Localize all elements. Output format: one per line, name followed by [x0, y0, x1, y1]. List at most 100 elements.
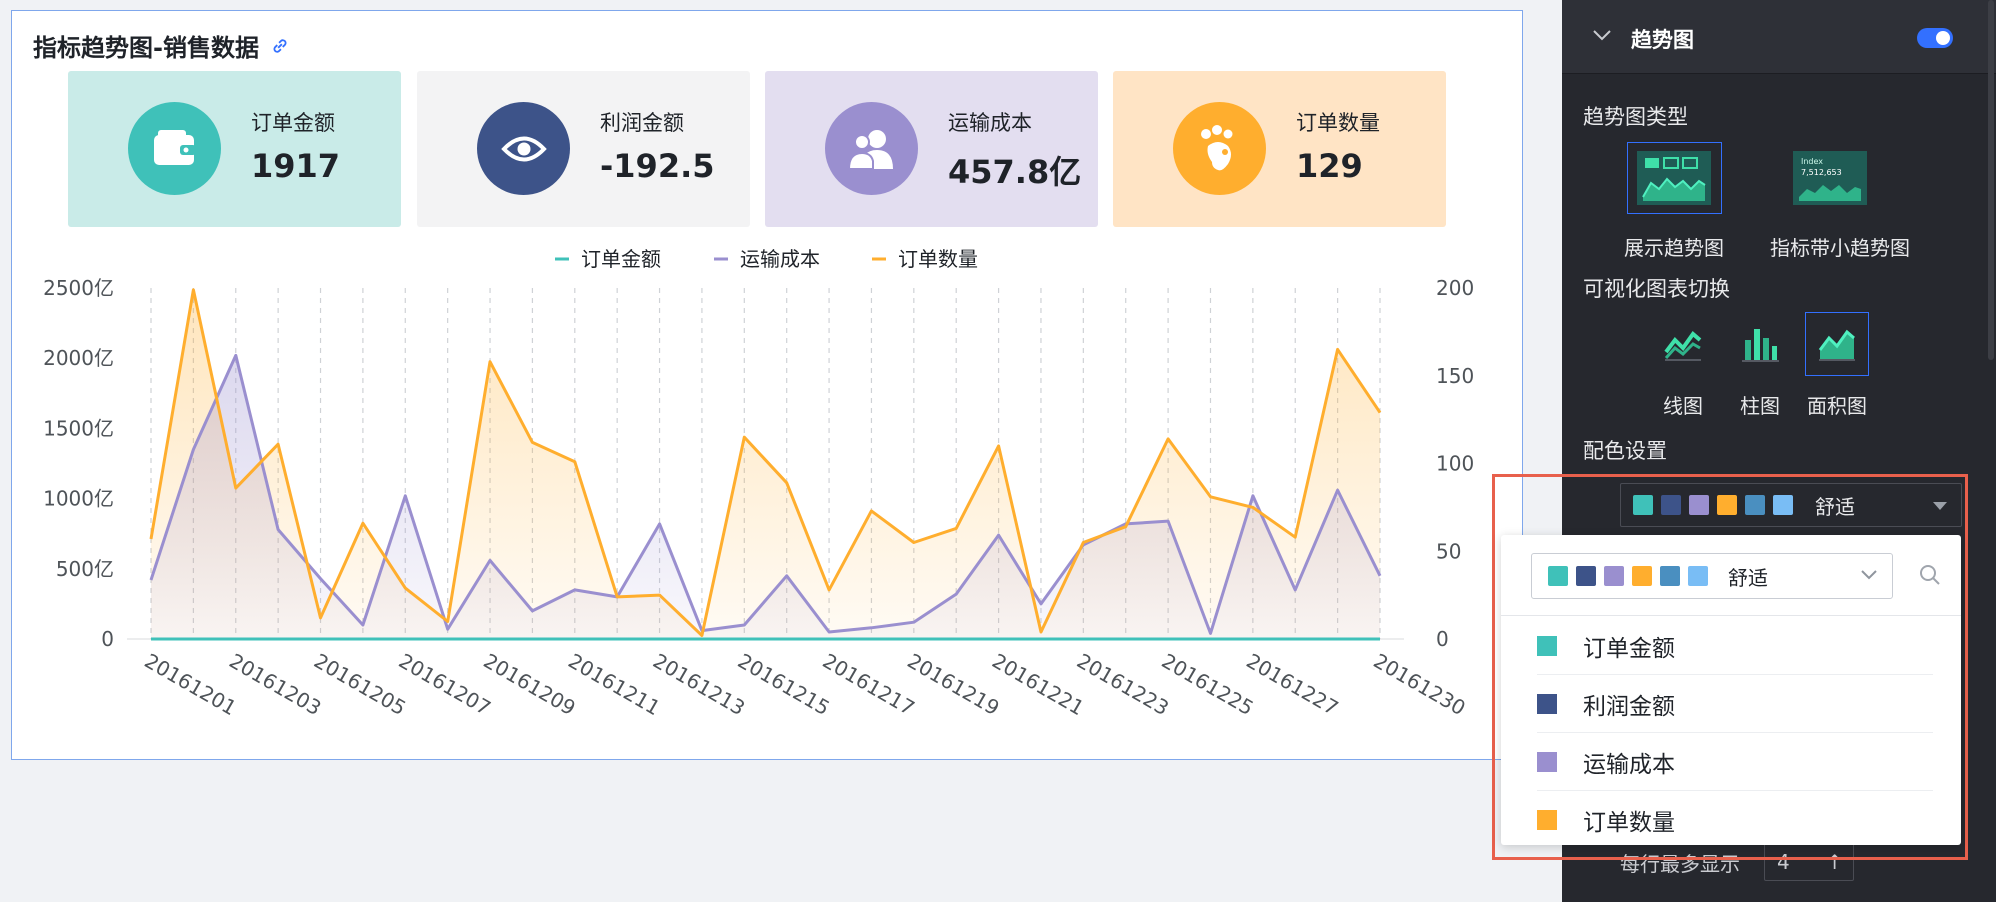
x-tick-label: 20161219	[903, 649, 1003, 721]
kpi-value: 1917	[251, 147, 341, 185]
trend-type-label: 趋势图类型	[1583, 105, 1688, 129]
kpi-label: 订单金额	[251, 111, 335, 135]
chevron-down-icon[interactable]	[1592, 28, 1612, 42]
kpi-card-order-count[interactable]: 订单数量 129	[1113, 71, 1446, 227]
x-tick-label: 20161207	[395, 649, 495, 721]
x-tick-label: 20161221	[988, 649, 1088, 721]
legend-label: 订单金额	[581, 247, 661, 271]
item-color-swatch[interactable]	[1537, 693, 1557, 714]
search-icon[interactable]	[1918, 563, 1942, 587]
thumb-text-index: Index	[1801, 157, 1823, 166]
dropdown-scheme-select[interactable]: 舒适	[1531, 553, 1893, 599]
dropdown-divider	[1501, 615, 1961, 616]
trend-type-indicator-small[interactable]: Index 7,512,653 指标带小趋势图	[1770, 142, 1910, 261]
eye-icon	[500, 136, 547, 161]
wallet-icon	[153, 129, 196, 165]
widget-title-row: 指标趋势图-销售数据	[33, 28, 291, 63]
item-label: 订单金额	[1583, 635, 1675, 662]
vis-type-caption: 线图	[1663, 394, 1703, 418]
trend-type-display[interactable]: 展示趋势图	[1624, 142, 1724, 261]
kpi-cards: 订单金额 1917 利润金额 -192.5 运输成本 457.8亿 订单数量 1…	[68, 71, 1468, 227]
item-color-swatch[interactable]	[1537, 635, 1557, 656]
kpi-label: 利润金额	[600, 111, 684, 135]
kpi-value: -192.5	[600, 147, 715, 185]
section-title: 趋势图	[1631, 28, 1694, 52]
kpi-card-order-amount[interactable]: 订单金额 1917	[68, 71, 401, 227]
trend-type-caption: 指标带小趋势图	[1770, 236, 1910, 260]
vis-type-caption: 柱图	[1740, 394, 1780, 418]
scheme-swatch	[1576, 566, 1596, 586]
series-line-shipping-cost	[149, 353, 1382, 635]
kpi-label: 运输成本	[948, 111, 1032, 135]
x-tick-label: 20161203	[225, 649, 325, 721]
y-left-tick-label: 1500亿	[43, 416, 114, 440]
x-tick-label: 20161225	[1158, 649, 1258, 721]
chevron-down-icon	[1861, 570, 1877, 580]
dropdown-item[interactable]: 运输成本	[1537, 733, 1933, 791]
item-color-swatch[interactable]	[1537, 751, 1557, 772]
x-tick-label: 20161215	[734, 649, 834, 721]
link-icon[interactable]	[269, 35, 291, 57]
y-right-tick-label: 100	[1436, 452, 1474, 476]
scheme-swatch	[1688, 566, 1708, 586]
item-label: 利润金额	[1583, 693, 1675, 720]
toggle-knob	[1936, 31, 1950, 45]
series-line-order-count	[149, 288, 1382, 637]
kpi-icon-circle	[128, 102, 221, 195]
kpi-icon-circle	[1173, 102, 1266, 195]
widget-title: 指标趋势图-销售数据	[33, 34, 259, 62]
kpi-icon-circle	[825, 102, 918, 195]
kpi-card-shipping-cost[interactable]: 运输成本 457.8亿	[765, 71, 1098, 227]
y-right-tick-label: 200	[1436, 276, 1474, 300]
y-left-tick-label: 2000亿	[43, 346, 114, 370]
color-scheme-dropdown: 舒适 订单金额 利润金额 运输成本 订单数量	[1501, 535, 1961, 845]
y-right-tick-label: 50	[1436, 539, 1461, 563]
vis-type-thumb	[1728, 312, 1792, 376]
x-tick-label: 20161223	[1073, 649, 1173, 721]
panel-scrollbar[interactable]	[1988, 0, 1994, 360]
x-tick-label: 20161217	[819, 649, 919, 721]
series-area-shipping-cost	[151, 355, 1380, 639]
x-tick-label: 20161205	[310, 649, 410, 721]
trend-type-display-thumb	[1626, 142, 1722, 214]
x-tick-label: 20161227	[1242, 649, 1342, 721]
section-header[interactable]: 趋势图	[1562, 0, 1996, 74]
scheme-swatch	[1660, 566, 1680, 586]
bar-chart-icon	[1742, 329, 1779, 362]
kpi-label: 订单数量	[1296, 111, 1380, 135]
vis-type-thumb	[1651, 312, 1715, 376]
y-left-tick-label: 0	[101, 627, 114, 651]
item-color-swatch[interactable]	[1537, 810, 1557, 830]
trend-chart-widget: 指标趋势图-销售数据 订单金额 1917 利润金额 -192.5 运输成本 45…	[11, 10, 1523, 760]
vis-type-caption: 面积图	[1807, 394, 1867, 418]
vis-type-bar[interactable]: 柱图	[1727, 312, 1793, 419]
indicator-small-trend-thumb-icon: Index 7,512,653	[1793, 151, 1867, 205]
area-chart-icon	[1818, 329, 1855, 361]
vis-switch-label: 可视化图表切换	[1583, 277, 1730, 301]
dropdown-scheme-name: 舒适	[1728, 565, 1768, 590]
kpi-icon-circle	[477, 102, 570, 195]
x-tick-label: 20161209	[480, 649, 580, 721]
item-label: 运输成本	[1583, 751, 1675, 778]
vis-type-thumb	[1805, 312, 1869, 376]
dropdown-item[interactable]: 利润金额	[1537, 675, 1933, 733]
y-left-tick-label: 2500亿	[43, 276, 114, 300]
section-toggle[interactable]	[1917, 28, 1953, 48]
y-right-tick-label: 150	[1436, 364, 1474, 388]
kpi-value: 129	[1296, 147, 1363, 185]
color-settings-label: 配色设置	[1583, 439, 1667, 463]
display-trend-thumb-icon	[1637, 151, 1711, 205]
users-icon	[847, 129, 893, 170]
x-tick-label: 20161211	[564, 649, 664, 721]
y-left-tick-label: 1000亿	[43, 487, 114, 511]
dropdown-item[interactable]: 订单金额	[1537, 617, 1933, 675]
dropdown-item[interactable]: 订单数量	[1537, 791, 1933, 849]
legend-label: 运输成本	[740, 247, 820, 271]
line-chart-icon	[1664, 331, 1702, 361]
trend-type-caption: 展示趋势图	[1624, 236, 1724, 260]
item-label: 订单数量	[1583, 810, 1675, 836]
kpi-card-profit-amount[interactable]: 利润金额 -192.5	[417, 71, 750, 227]
vis-type-line[interactable]: 线图	[1650, 312, 1716, 419]
x-tick-label: 20161201	[141, 649, 241, 721]
vis-type-area[interactable]: 面积图	[1804, 312, 1870, 419]
